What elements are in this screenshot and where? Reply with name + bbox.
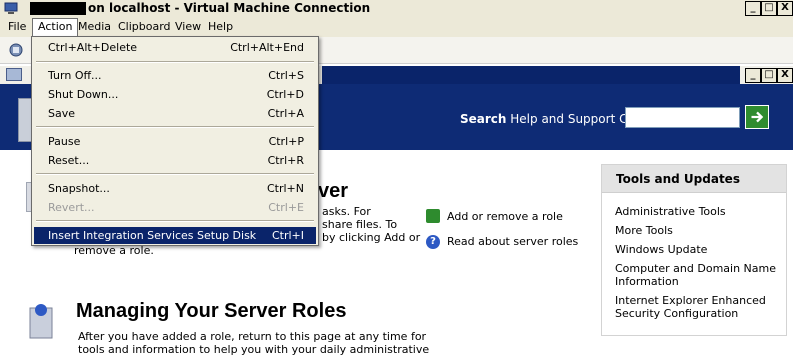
menu-help[interactable]: Help: [203, 19, 238, 35]
tools-link-more-tools[interactable]: More Tools: [615, 224, 780, 237]
section-text-line-2: share files. To: [322, 218, 398, 231]
add-remove-role-link[interactable]: Add or remove a role: [447, 210, 563, 223]
tools-link-computer-domain[interactable]: Computer and Domain Name Information: [615, 262, 780, 288]
section2-text-line-1: After you have added a role, return to t…: [78, 330, 427, 343]
menu-item-label: Revert...: [48, 201, 95, 214]
tools-updates-panel: Tools and Updates Administrative Tools M…: [601, 164, 787, 336]
menu-separator: [36, 220, 314, 222]
tools-link-ie-enhanced[interactable]: Internet Explorer Enhanced Security Conf…: [615, 294, 780, 320]
help-question-icon[interactable]: ?: [426, 235, 440, 249]
add-role-arrow-icon[interactable]: [426, 209, 440, 223]
menu-item-label: Shut Down...: [48, 88, 119, 101]
action-menu-dropdown: Ctrl+Alt+Delete Ctrl+Alt+End Turn Off...…: [31, 36, 319, 246]
guest-minimize-button[interactable]: _: [745, 68, 761, 83]
menu-bar: File Action Media Clipboard View Help: [0, 18, 793, 37]
tools-panel-title: Tools and Updates: [616, 172, 740, 186]
server-manager-icon: [6, 68, 22, 81]
menu-item-shortcut: Ctrl+I: [271, 229, 304, 242]
search-label-bold: Search: [460, 112, 507, 126]
read-server-roles-link[interactable]: Read about server roles: [447, 235, 578, 248]
ctrl-alt-del-icon[interactable]: [8, 42, 24, 58]
redacted-vm-name: [30, 2, 86, 15]
vm-connection-icon: [4, 2, 18, 14]
menu-item-turn-off[interactable]: Turn Off... Ctrl+S: [34, 67, 316, 84]
menu-item-revert: Revert... Ctrl+E: [34, 199, 316, 216]
guest-maximize-button[interactable]: □: [761, 68, 777, 83]
search-input[interactable]: [625, 107, 740, 128]
menu-file[interactable]: File: [3, 19, 31, 35]
menu-clipboard[interactable]: Clipboard: [113, 19, 176, 35]
window-title: on localhost - Virtual Machine Connectio…: [88, 1, 371, 15]
section-text-line-3: by clicking Add or: [322, 231, 421, 244]
tools-link-admin-tools[interactable]: Administrative Tools: [615, 205, 780, 218]
tools-link-windows-update[interactable]: Windows Update: [615, 243, 780, 256]
menu-item-shortcut: Ctrl+S: [268, 69, 304, 82]
menu-item-pause[interactable]: Pause Ctrl+P: [34, 133, 316, 150]
menu-item-shortcut: Ctrl+E: [268, 201, 304, 214]
menu-view[interactable]: View: [170, 19, 206, 35]
menu-item-shortcut: Ctrl+N: [266, 182, 304, 195]
menu-item-label: Pause: [48, 135, 81, 148]
close-button[interactable]: X: [777, 1, 793, 16]
guest-title-bar-fill: [322, 66, 740, 84]
minimize-button[interactable]: _: [745, 1, 761, 16]
menu-item-label: Save: [48, 107, 76, 120]
menu-separator: [36, 126, 314, 128]
menu-item-label: Snapshot...: [48, 182, 110, 195]
menu-item-save[interactable]: Save Ctrl+A: [34, 105, 316, 122]
maximize-button[interactable]: □: [761, 1, 777, 16]
menu-action[interactable]: Action: [32, 18, 79, 37]
section-text-line-1: asks. For: [322, 205, 371, 218]
search-go-arrow-icon[interactable]: [745, 105, 769, 129]
menu-item-snapshot[interactable]: Snapshot... Ctrl+N: [34, 180, 316, 197]
section-heading-managing-roles: Managing Your Server Roles: [76, 300, 347, 322]
menu-item-shortcut: Ctrl+A: [267, 107, 304, 120]
tools-panel-header: Tools and Updates: [602, 165, 786, 193]
section-heading-configure: ver: [318, 180, 349, 202]
menu-item-shut-down[interactable]: Shut Down... Ctrl+D: [34, 86, 316, 103]
menu-item-shortcut: Ctrl+Alt+End: [230, 41, 304, 54]
menu-media[interactable]: Media: [73, 19, 116, 35]
window-title-bar: on localhost - Virtual Machine Connectio…: [0, 0, 793, 18]
server-roles-icon: [29, 304, 53, 339]
menu-item-label: Ctrl+Alt+Delete: [48, 41, 138, 54]
menu-item-shortcut: Ctrl+D: [266, 88, 304, 101]
menu-item-label: Insert Integration Services Setup Disk: [48, 229, 257, 242]
guest-close-button[interactable]: X: [777, 68, 793, 83]
menu-separator: [36, 173, 314, 175]
menu-item-label: Reset...: [48, 154, 90, 167]
menu-item-label: Turn Off...: [48, 69, 102, 82]
menu-separator: [36, 61, 314, 63]
menu-item-ctrl-alt-delete[interactable]: Ctrl+Alt+Delete Ctrl+Alt+End: [34, 39, 316, 56]
menu-item-insert-integration-disk[interactable]: Insert Integration Services Setup Disk C…: [34, 227, 316, 244]
menu-item-shortcut: Ctrl+P: [268, 135, 304, 148]
menu-item-reset[interactable]: Reset... Ctrl+R: [34, 152, 316, 169]
menu-item-shortcut: Ctrl+R: [267, 154, 304, 167]
